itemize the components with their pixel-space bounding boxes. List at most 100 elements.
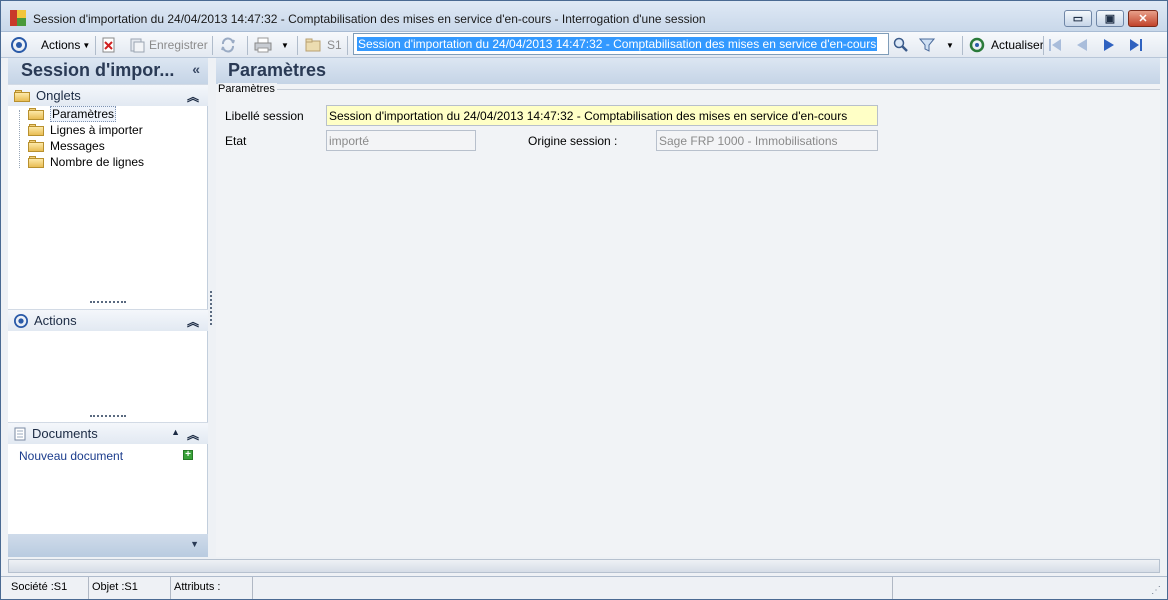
folder-icon: [14, 89, 30, 102]
sync-icon: [221, 37, 235, 53]
double-chevron-up-icon[interactable]: ︽: [187, 88, 199, 105]
s1-button[interactable]: S1: [305, 36, 342, 54]
tab-messages-label: Messages: [50, 139, 105, 153]
etat-label: Etat: [225, 134, 247, 148]
filter-dropdown-icon[interactable]: ▼: [946, 36, 954, 54]
target-icon[interactable]: [11, 36, 27, 54]
minimize-button[interactable]: ▭: [1064, 10, 1092, 27]
document-icon: [14, 427, 26, 440]
app-icon: [10, 10, 26, 26]
close-icon: ✕: [1138, 13, 1148, 25]
status-objet: Objet :S1: [89, 577, 171, 599]
panel-header: Session d'impor... «: [8, 58, 208, 84]
print-dropdown-icon[interactable]: ▼: [281, 36, 289, 54]
groupbox-title: Paramètres: [218, 83, 277, 95]
tab-nombre-de-lignes[interactable]: Nombre de lignes: [28, 154, 144, 170]
onglets-title: Onglets: [36, 88, 81, 103]
search-field[interactable]: Session d'importation du 24/04/2013 14:4…: [353, 33, 889, 55]
open-folder-icon: [28, 108, 44, 120]
filter-button[interactable]: [919, 36, 935, 54]
search-icon: [893, 37, 908, 52]
filter-icon: [919, 38, 935, 52]
panel-title: Session d'impor...: [21, 60, 175, 80]
refresh-label: Actualiser: [991, 38, 1044, 52]
tab-nombre-label: Nombre de lignes: [50, 155, 145, 169]
status-attributs: Attributs :: [171, 577, 253, 599]
first-record-icon[interactable]: [1047, 37, 1063, 53]
panel-splitter[interactable]: [210, 291, 212, 325]
tab-lignes-a-importer[interactable]: Lignes à importer: [28, 122, 143, 138]
chevron-up-icon[interactable]: ▲: [171, 427, 180, 437]
dropdown-arrow-icon: ▼: [82, 40, 91, 50]
last-record-icon[interactable]: [1128, 37, 1144, 53]
toolbar-separator: [212, 36, 213, 55]
tab-parametres-label: Paramètres: [50, 106, 117, 122]
close-button[interactable]: ✕: [1128, 10, 1158, 27]
actions-section-header[interactable]: Actions ︽: [8, 309, 208, 331]
documents-title: Documents: [32, 426, 98, 441]
toolbar-separator: [1043, 36, 1044, 55]
delete-button[interactable]: [101, 36, 117, 54]
save-icon: [130, 38, 145, 53]
save-label: Enregistrer: [149, 38, 208, 52]
form-area: Paramètres Libellé session Session d'imp…: [216, 83, 1160, 557]
maximize-button[interactable]: ▣: [1096, 10, 1124, 27]
tab-lignes-label: Lignes à importer: [50, 123, 143, 137]
resize-grip-icon[interactable]: ⋰: [1151, 585, 1161, 596]
folder-icon: [28, 140, 44, 152]
sync-button[interactable]: [220, 36, 236, 54]
refresh-icon: [969, 37, 985, 53]
documents-section-header[interactable]: Documents ▲ ︽: [8, 422, 208, 444]
previous-record-icon[interactable]: [1074, 37, 1090, 53]
toolbar-separator: [347, 36, 348, 55]
save-button[interactable]: Enregistrer: [129, 36, 208, 54]
collapse-panel-icon[interactable]: «: [192, 61, 200, 77]
search-selected-text: Session d'importation du 24/04/2013 14:4…: [357, 37, 878, 51]
window-title: Session d'importation du 24/04/2013 14:4…: [33, 12, 706, 26]
add-document-icon[interactable]: +: [183, 450, 193, 460]
application-window: Session d'importation du 24/04/2013 14:4…: [0, 0, 1168, 600]
refresh-button[interactable]: Actualiser: [969, 36, 1044, 54]
groupbox-divider: [274, 89, 1160, 90]
toolbar-separator: [962, 36, 963, 55]
status-societe: Société :S1: [8, 577, 89, 599]
page-header: Paramètres: [216, 58, 1160, 84]
folder-icon: [305, 38, 321, 52]
section-resize-grip[interactable]: [90, 301, 126, 303]
page-title: Paramètres: [228, 60, 327, 80]
search-button[interactable]: [893, 36, 909, 54]
double-chevron-up-icon[interactable]: ︽: [187, 426, 199, 443]
delete-icon: [102, 37, 115, 53]
target-icon: [14, 313, 28, 328]
actions-title: Actions: [34, 313, 77, 328]
print-button[interactable]: [254, 36, 272, 54]
toolbar: Actions ▼ Enregistrer ▼ S1 Session d'imp…: [1, 32, 1167, 58]
print-icon: [254, 37, 272, 53]
status-bar: Société :S1 Objet :S1 Attributs : ⋰: [1, 576, 1167, 599]
section-resize-grip[interactable]: [90, 415, 126, 417]
origine-session-label: Origine session :: [528, 134, 618, 148]
onglets-section-header[interactable]: Onglets ︽: [8, 84, 208, 106]
toolbar-separator: [95, 36, 96, 55]
toolbar-separator: [297, 36, 298, 55]
maximize-icon: ▣: [1104, 13, 1116, 25]
toolbar-separator: [247, 36, 248, 55]
s1-label: S1: [327, 38, 342, 52]
tab-messages[interactable]: Messages: [28, 138, 105, 154]
tab-parametres[interactable]: Paramètres: [28, 106, 117, 122]
new-document-link[interactable]: Nouveau document: [19, 449, 123, 463]
folder-icon: [28, 124, 44, 136]
status-empty-cell: [253, 577, 893, 599]
minimize-icon: ▭: [1072, 13, 1084, 25]
chevron-down-icon[interactable]: ▼: [190, 539, 199, 549]
folder-icon: [28, 156, 44, 168]
origine-session-field[interactable]: Sage FRP 1000 - Immobilisations: [656, 130, 878, 151]
double-chevron-up-icon[interactable]: ︽: [187, 313, 199, 330]
panel-footer: ▼: [8, 534, 208, 557]
libelle-session-field[interactable]: Session d'importation du 24/04/2013 14:4…: [326, 105, 878, 126]
next-record-icon[interactable]: [1101, 37, 1117, 53]
etat-field[interactable]: importé: [326, 130, 476, 151]
horizontal-scrollbar[interactable]: [8, 559, 1160, 573]
title-bar: Session d'importation du 24/04/2013 14:4…: [1, 1, 1167, 32]
actions-menu-button[interactable]: Actions ▼: [41, 36, 90, 54]
